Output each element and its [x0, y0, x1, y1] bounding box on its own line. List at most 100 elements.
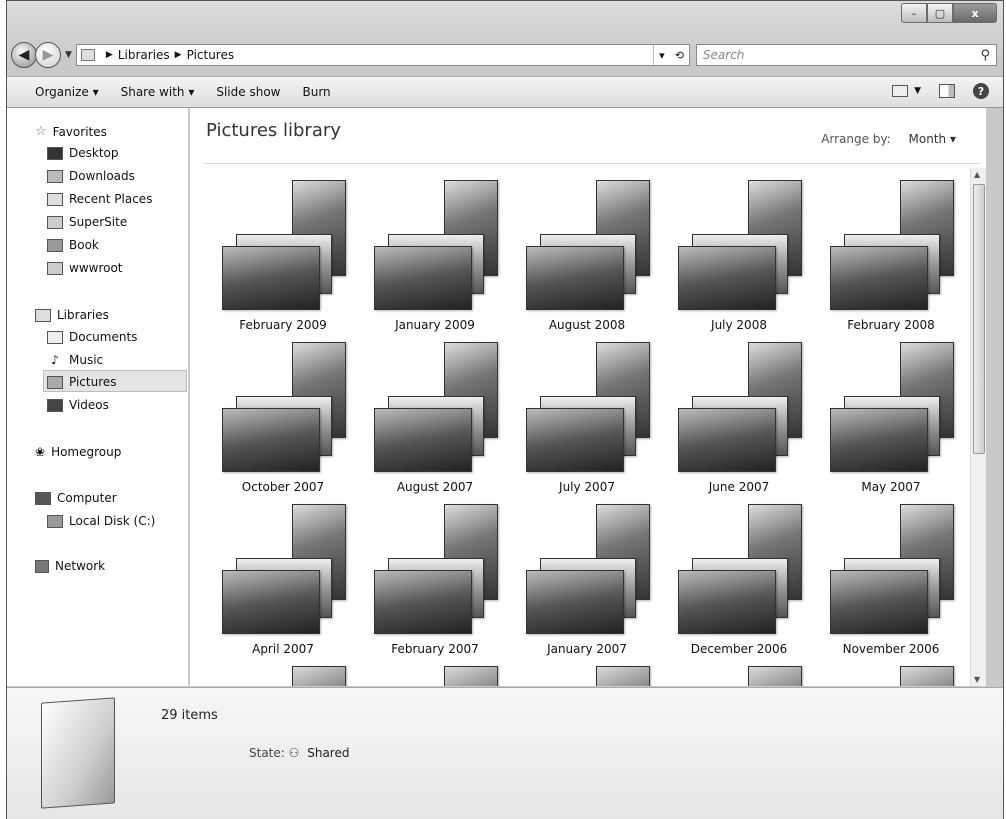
nav-item-label: Videos	[69, 398, 109, 412]
maximize-button[interactable]: ▢	[927, 3, 953, 23]
photo-group-label: August 2007	[396, 480, 474, 494]
nav-item-pictures[interactable]: Pictures	[47, 375, 117, 389]
photo-group-label: May 2007	[861, 480, 921, 494]
back-arrow-icon: ◀	[18, 47, 30, 63]
photo-group-label: November 2006	[842, 642, 940, 656]
share-with-button[interactable]: Share with ▾	[121, 85, 195, 99]
photo-groups-grid: February 2009 January 2009 August 2008 July…	[208, 180, 978, 686]
folder-icon	[47, 238, 63, 252]
help-icon[interactable]: ?	[973, 83, 989, 99]
slide-show-button[interactable]: Slide show	[216, 85, 280, 99]
nav-item-music[interactable]: ♪ Music	[47, 353, 103, 367]
recent-pages-dropdown[interactable]: ▼	[65, 50, 72, 60]
breadcrumb-libraries[interactable]: Libraries	[118, 48, 170, 62]
photo-group-tile[interactable]: February 2009	[208, 180, 358, 342]
photo-group-label: December 2006	[690, 642, 788, 656]
nav-item-downloads[interactable]: Downloads	[47, 169, 135, 183]
arrange-dropdown[interactable]: Month ▾	[909, 132, 956, 146]
nav-homegroup-label: Homegroup	[51, 445, 122, 459]
photo-group-tile[interactable]: October 2007	[208, 342, 358, 504]
photo-group-tile[interactable]: May 2007	[816, 342, 966, 504]
photo-group-tile[interactable]: January 2007	[512, 504, 662, 666]
address-bar[interactable]: ▶ Libraries ▶ Pictures ▾ ⟲	[75, 44, 690, 66]
photo-group-tile[interactable]	[208, 666, 358, 686]
nav-item-videos[interactable]: Videos	[47, 398, 109, 412]
photo-thumbnail	[374, 570, 472, 634]
refresh-icon[interactable]: ⟲	[670, 49, 689, 62]
nav-item-desktop[interactable]: Desktop	[47, 146, 119, 160]
photo-group-tile[interactable]: July 2008	[664, 180, 814, 342]
computer-icon	[35, 491, 51, 505]
nav-favorites[interactable]: ☆ Favorites	[35, 124, 107, 139]
nav-item-label: Local Disk (C:)	[69, 514, 156, 528]
photo-group-tile[interactable]: June 2007	[664, 342, 814, 504]
photo-thumbnail	[830, 570, 928, 634]
libraries-folder-icon	[80, 49, 95, 61]
state-label: State:	[249, 746, 285, 760]
preview-pane-icon[interactable]	[939, 84, 955, 98]
nav-item-supersite[interactable]: SuperSite	[47, 215, 127, 229]
nav-item-recent-places[interactable]: Recent Places	[47, 192, 152, 206]
scroll-up-icon[interactable]: ▲	[974, 170, 980, 179]
chevron-right-icon[interactable]: ▶	[175, 50, 182, 60]
photo-stack-thumbnail	[526, 180, 652, 312]
arrange-label: Arrange by:	[821, 132, 891, 146]
photo-stack-thumbnail	[222, 180, 348, 312]
breadcrumb-pictures[interactable]: Pictures	[187, 48, 235, 62]
nav-item-wwwroot[interactable]: wwwroot	[47, 261, 123, 275]
search-box[interactable]: Search ⚲	[695, 44, 997, 66]
documents-icon	[47, 330, 63, 344]
videos-icon	[47, 398, 63, 412]
close-button[interactable]: x	[953, 3, 997, 23]
photo-group-tile[interactable]	[816, 666, 966, 686]
photo-group-tile[interactable]	[512, 666, 662, 686]
nav-item-local-disk[interactable]: Local Disk (C:)	[47, 514, 155, 528]
command-bar: Organize ▾ Share with ▾ Slide show Burn …	[7, 76, 1003, 108]
photo-group-tile[interactable]: December 2006	[664, 504, 814, 666]
nav-item-label: Downloads	[69, 169, 135, 183]
minimize-button[interactable]: –	[901, 3, 927, 23]
photo-stack-thumbnail	[678, 180, 804, 312]
photo-thumbnail	[678, 570, 776, 634]
photo-group-tile[interactable]: April 2007	[208, 504, 358, 666]
scroll-thumb[interactable]	[973, 184, 985, 454]
navigation-pane: ☆ Favorites Desktop Downloads Recent Pla…	[7, 108, 189, 686]
change-view-button[interactable]: ▼	[892, 85, 921, 97]
nav-item-book[interactable]: Book	[47, 238, 99, 252]
nav-item-label: wwwroot	[69, 261, 123, 275]
photo-group-tile[interactable]: August 2007	[360, 342, 510, 504]
photo-group-tile[interactable]: July 2007	[512, 342, 662, 504]
photo-group-label: January 2007	[547, 642, 627, 656]
music-icon: ♪	[51, 353, 59, 367]
folder-icon	[47, 261, 63, 275]
vertical-scrollbar[interactable]: ▲ ▼	[970, 168, 986, 686]
photo-group-tile[interactable]	[664, 666, 814, 686]
star-icon: ☆	[35, 124, 47, 139]
photo-group-tile[interactable]: August 2008	[512, 180, 662, 342]
chevron-right-icon[interactable]: ▶	[106, 50, 113, 60]
photo-group-tile[interactable]	[360, 666, 510, 686]
libraries-icon	[35, 308, 51, 322]
nav-homegroup[interactable]: ❀ Homegroup	[35, 445, 121, 459]
burn-button[interactable]: Burn	[302, 85, 330, 99]
address-dropdown-icon[interactable]: ▾	[654, 49, 670, 62]
nav-libraries[interactable]: Libraries	[35, 308, 109, 322]
organize-button[interactable]: Organize ▾	[35, 85, 99, 99]
scroll-down-icon[interactable]: ▼	[974, 675, 980, 684]
search-icon[interactable]: ⚲	[980, 48, 990, 63]
forward-button[interactable]: ▶	[35, 42, 61, 68]
view-icon	[892, 85, 909, 97]
photo-group-tile[interactable]: February 2008	[816, 180, 966, 342]
nav-computer[interactable]: Computer	[35, 491, 117, 505]
nav-network[interactable]: Network	[35, 559, 105, 573]
photo-group-tile[interactable]: January 2009	[360, 180, 510, 342]
nav-item-documents[interactable]: Documents	[47, 330, 137, 344]
photo-group-label: February 2009	[239, 318, 327, 332]
photo-group-label: October 2007	[241, 480, 325, 494]
photo-group-tile[interactable]: February 2007	[360, 504, 510, 666]
photo-stack-thumbnail	[830, 180, 956, 312]
shared-icon: ⚇	[288, 746, 300, 760]
photo-group-tile[interactable]: November 2006	[816, 504, 966, 666]
desktop-icon	[47, 146, 63, 160]
back-button[interactable]: ◀	[11, 42, 37, 68]
